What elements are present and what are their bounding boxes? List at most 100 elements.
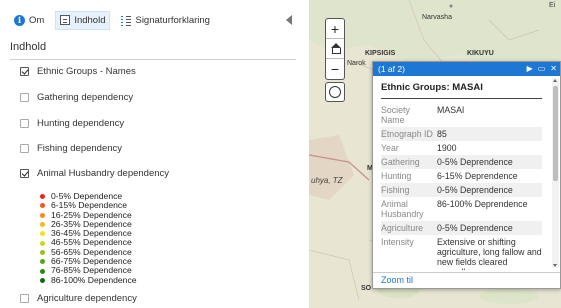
zoom-out-button[interactable]: − bbox=[326, 59, 344, 79]
attribute-key: Intensity bbox=[381, 237, 414, 247]
legend-swatch bbox=[40, 212, 45, 218]
attribute-value: MASAI bbox=[437, 105, 465, 115]
popup-counter: (1 af 2) bbox=[378, 64, 405, 74]
legend-swatch bbox=[40, 231, 45, 237]
side-panel: i Om Indhold Signaturforklaring Indhold … bbox=[0, 0, 306, 308]
tab-content-label: Indhold bbox=[74, 14, 106, 26]
map-label-narok: Narok bbox=[347, 60, 366, 67]
panel-title: Indhold bbox=[10, 41, 296, 60]
legend-item: 86-100% Dependence bbox=[40, 274, 137, 285]
layers-list-icon bbox=[60, 15, 71, 25]
map-label-ei: Ei bbox=[549, 2, 556, 9]
layer-label: Animal Husbandry dependency bbox=[37, 168, 170, 179]
scrollbar-thumb[interactable] bbox=[553, 86, 558, 181]
popup-header-controls: ▶ ▭ ✕ bbox=[527, 64, 557, 73]
close-icon[interactable]: ✕ bbox=[550, 64, 557, 73]
legend-swatch bbox=[40, 240, 45, 246]
attribute-row: Society Name MASAI bbox=[381, 103, 542, 127]
layer-gathering-dependency[interactable]: Gathering dependency bbox=[20, 92, 133, 103]
map-label-so: SO bbox=[361, 285, 372, 292]
attribute-value: 1900 bbox=[437, 143, 457, 153]
layer-agriculture-dependency[interactable]: Agriculture dependency bbox=[20, 293, 137, 304]
zoom-to-link[interactable]: Zoom til bbox=[381, 275, 413, 285]
tab-legend[interactable]: Signaturforklaring bbox=[117, 12, 213, 29]
attribute-row: Year 1900 bbox=[381, 141, 542, 155]
attribute-key: Fishing bbox=[381, 183, 437, 197]
attribute-key: Year bbox=[381, 143, 399, 153]
panel-tabs: i Om Indhold Signaturforklaring bbox=[10, 10, 296, 30]
attribute-value: Extensive or shifting agriculture, long … bbox=[437, 237, 542, 270]
home-button[interactable] bbox=[326, 39, 344, 59]
attribute-value: 0-5% Deprendence bbox=[437, 221, 542, 235]
map-label-kikuyu: KIKUYU bbox=[467, 50, 494, 57]
attribute-row: Hunting 6-15% Deprendence bbox=[381, 169, 542, 183]
legend-swatch bbox=[40, 259, 45, 265]
maximize-icon[interactable]: ▭ bbox=[538, 64, 546, 73]
map-label-narvasha: Narvasha bbox=[422, 14, 452, 21]
locate-icon bbox=[329, 86, 341, 98]
attribute-key: Gathering bbox=[381, 155, 437, 169]
layer-label: Ethnic Groups - Names bbox=[37, 66, 136, 77]
layer-checkbox[interactable] bbox=[20, 169, 29, 178]
layer-hunting-dependency[interactable]: Hunting dependency bbox=[20, 118, 124, 129]
layer-checkbox[interactable] bbox=[20, 93, 29, 102]
attribute-value: 85 bbox=[437, 127, 542, 141]
tab-about[interactable]: i Om bbox=[10, 12, 48, 29]
layer-fishing-dependency[interactable]: Fishing dependency bbox=[20, 143, 122, 154]
popup-footer: Zoom til bbox=[373, 272, 560, 288]
map-label-kuhya: uhya, TZ bbox=[311, 176, 343, 185]
layer-ethnic-groups-names[interactable]: Ethnic Groups - Names bbox=[20, 66, 136, 77]
legend-swatch bbox=[40, 277, 45, 283]
legend-icon bbox=[121, 15, 132, 26]
attribute-row: Fishing 0-5% Deprendence bbox=[381, 183, 542, 197]
popup-body[interactable]: Ethnic Groups: MASAI Society Name MASAI E… bbox=[373, 76, 550, 270]
legend-swatch bbox=[40, 268, 45, 274]
popup-title: Ethnic Groups: MASAI bbox=[381, 80, 542, 99]
attribute-table: Society Name MASAI Etnograph ID 85 Year 190… bbox=[381, 103, 542, 270]
attribute-key: Animal Husbandry bbox=[381, 199, 424, 219]
attribute-row: Intensity Extensive or shifting agricultu… bbox=[381, 235, 542, 270]
attribute-value: 0-5% Deprendence bbox=[437, 155, 542, 169]
legend-swatch bbox=[40, 194, 45, 200]
layer-label: Agriculture dependency bbox=[37, 293, 137, 304]
scroll-down-icon[interactable] bbox=[553, 264, 557, 267]
attribute-value: 86-100% Deprendence bbox=[437, 199, 528, 209]
legend-swatch bbox=[40, 249, 45, 255]
zoom-control: + − bbox=[325, 18, 345, 80]
attribute-row: Agriculture 0-5% Deprendence bbox=[381, 221, 542, 235]
legend-swatch bbox=[40, 222, 45, 228]
home-icon bbox=[330, 43, 341, 54]
layer-legend: 0-5% Dependence 6-15% Dependence 16-25% … bbox=[40, 191, 137, 285]
tab-content[interactable]: Indhold bbox=[55, 10, 111, 30]
layer-checkbox[interactable] bbox=[20, 67, 29, 76]
layer-checkbox[interactable] bbox=[20, 294, 29, 303]
layer-animal-husbandry-dependency[interactable]: Animal Husbandry dependency bbox=[20, 168, 169, 179]
layer-checkbox[interactable] bbox=[20, 144, 29, 153]
layer-label: Fishing dependency bbox=[37, 143, 123, 154]
attribute-value: 6-15% Deprendence bbox=[437, 171, 518, 181]
legend-swatch bbox=[40, 203, 45, 209]
layer-label: Hunting dependency bbox=[37, 118, 125, 129]
attribute-key: Society Name bbox=[381, 105, 410, 125]
popup-header: (1 af 2) ▶ ▭ ✕ bbox=[373, 62, 560, 76]
tab-legend-label: Signaturforklaring bbox=[135, 14, 210, 26]
attribute-key: Hunting bbox=[381, 171, 412, 181]
collapse-panel-icon[interactable] bbox=[286, 15, 292, 25]
layer-label: Gathering dependency bbox=[37, 92, 134, 103]
attribute-row: Animal Husbandry 86-100% Deprendence bbox=[381, 197, 542, 221]
layer-checkbox[interactable] bbox=[20, 119, 29, 128]
info-icon: i bbox=[14, 14, 25, 26]
attribute-value: 0-5% Deprendence bbox=[437, 183, 542, 197]
legend-label: 86-100% Dependence bbox=[51, 274, 137, 285]
attribute-key: Agriculture bbox=[381, 221, 437, 235]
feature-popup: (1 af 2) ▶ ▭ ✕ Ethnic Groups: MASAI Soci… bbox=[372, 61, 561, 289]
map-label-kipsigis: KIPSIGIS bbox=[365, 50, 396, 57]
scroll-up-icon[interactable] bbox=[553, 79, 557, 82]
attribute-row: Etnograph ID 85 bbox=[381, 127, 542, 141]
tab-about-label: Om bbox=[29, 14, 45, 26]
locate-button[interactable] bbox=[325, 82, 345, 102]
attribute-key: Etnograph ID bbox=[381, 127, 437, 141]
next-feature-icon[interactable]: ▶ bbox=[527, 64, 533, 73]
zoom-in-button[interactable]: + bbox=[326, 19, 344, 39]
popup-scrollbar[interactable] bbox=[552, 78, 559, 268]
